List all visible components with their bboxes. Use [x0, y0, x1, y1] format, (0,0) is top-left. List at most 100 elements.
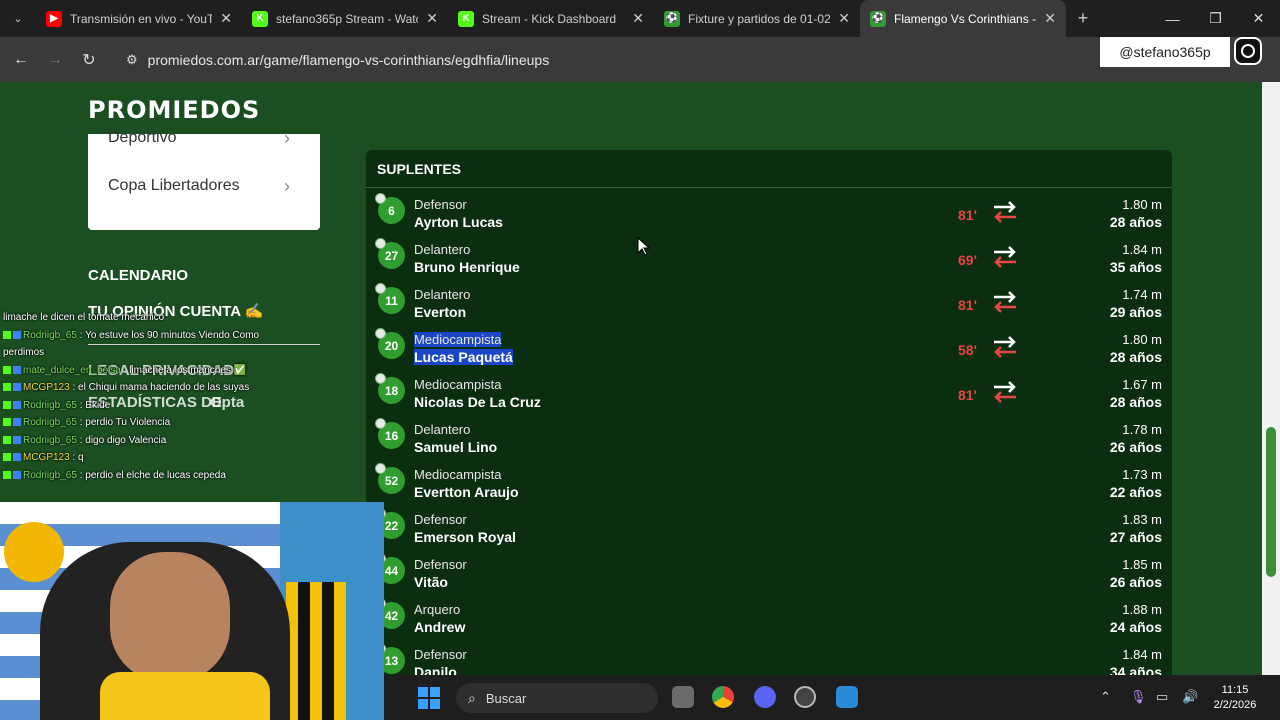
tab-search-chevron-icon[interactable]: ⌄	[0, 0, 36, 37]
network-icon[interactable]: ▭	[1156, 689, 1168, 705]
tab-close-icon[interactable]: ✕	[1044, 10, 1056, 27]
tab-close-icon[interactable]: ✕	[220, 10, 232, 27]
chat-message: Rodriigb_65 : Ekide	[3, 398, 313, 414]
windows-taskbar: ⌕ Buscar ⌃ 🎙 ▭ 🔊 11:15 2/2/2026	[384, 675, 1280, 720]
taskbar-search[interactable]: ⌕ Buscar	[456, 683, 658, 713]
chat-text: limache le dicen el tomate mecanico	[3, 312, 165, 323]
kick-badge-icon	[3, 470, 11, 479]
player-height: 1.73 m	[1122, 467, 1162, 482]
player-row[interactable]: 44 Defensor Vitão 1.85 m 26 años	[366, 548, 1172, 593]
page-scrollbar[interactable]	[1262, 82, 1280, 682]
url-text[interactable]: promiedos.com.ar/game/flamengo-vs-corint…	[148, 52, 550, 68]
player-name[interactable]: Vitão	[414, 574, 448, 590]
tab-close-icon[interactable]: ✕	[426, 10, 438, 27]
chat-username[interactable]: MCGP123	[23, 382, 70, 393]
player-name[interactable]: Andrew	[414, 619, 465, 635]
player-age: 29 años	[1109, 304, 1162, 320]
chat-username[interactable]: Rodriigb_65	[23, 435, 77, 446]
player-name[interactable]: Emerson Royal	[414, 529, 516, 545]
substitution-minute: 81'	[958, 207, 977, 223]
chat-message: MCGP123 : q	[3, 450, 313, 466]
player-position: Defensor	[414, 512, 467, 527]
browser-tab[interactable]: ⚽ Fixture y partidos de 01-02-2 ✕	[654, 0, 860, 37]
substitution-arrows-icon	[994, 201, 1016, 223]
substitution-arrows-icon	[994, 381, 1016, 403]
chat-message: MCGP123 : el Chiqui mama haciendo de las…	[3, 380, 313, 396]
menu-item-deportivo[interactable]: Deportivo ›	[88, 116, 320, 160]
omnibox[interactable]: ⚙ promiedos.com.ar/game/flamengo-vs-cori…	[114, 43, 1074, 76]
player-name[interactable]: Ayrton Lucas	[414, 214, 503, 230]
notepad-icon[interactable]	[836, 686, 858, 708]
microphone-icon[interactable]: 🎙	[1130, 689, 1147, 705]
player-row[interactable]: 6 Defensor Ayrton Lucas 81' 1.80 m 28 años	[366, 188, 1172, 233]
restore-icon[interactable]: ❐	[1194, 0, 1237, 37]
player-row[interactable]: 16 Delantero Samuel Lino 1.78 m 26 años	[366, 413, 1172, 458]
minimize-icon[interactable]: —	[1151, 0, 1194, 37]
browser-tab[interactable]: ⚽ Flamengo Vs Corinthians - A ✕	[860, 0, 1066, 37]
chat-username[interactable]: Rodriigb_65	[23, 400, 77, 411]
tab-favicon-icon: K	[252, 10, 268, 27]
browser-tab[interactable]: Kstefano365p Stream - Watch ✕	[242, 0, 448, 37]
forward-arrow-icon[interactable]: →	[38, 51, 72, 69]
chat-username[interactable]: Rodriigb_65	[23, 417, 77, 428]
menu-item-copa-libertadores[interactable]: Copa Libertadores ›	[88, 160, 320, 212]
back-arrow-icon[interactable]: ←	[4, 51, 38, 69]
tab-favicon-icon: ⚽	[664, 10, 680, 27]
player-height: 1.74 m	[1122, 287, 1162, 302]
close-window-icon[interactable]: ✕	[1237, 0, 1280, 37]
heading-calendario[interactable]: CALENDARIO	[88, 267, 188, 284]
tab-close-icon[interactable]: ✕	[632, 10, 644, 27]
player-name[interactable]: Samuel Lino	[414, 439, 497, 455]
player-position: Delantero	[414, 287, 471, 302]
address-bar-row: ← → ↻ ⚙ promiedos.com.ar/game/flamengo-v…	[0, 37, 1280, 82]
windows-start-icon[interactable]	[418, 687, 440, 709]
player-row[interactable]: 52 Mediocampista Evertton Araujo 1.73 m 22 a…	[366, 458, 1172, 503]
task-view-icon[interactable]	[672, 686, 694, 708]
site-settings-icon[interactable]: ⚙	[126, 52, 138, 68]
player-name[interactable]: Lucas Paquetá	[414, 349, 513, 365]
player-row[interactable]: 18 Mediocampista Nicolas De La Cruz 81' 1.67…	[366, 368, 1172, 413]
taskbar-clock[interactable]: 11:15 2/2/2026	[1210, 683, 1260, 713]
chat-username[interactable]: mate_dulce_en_bolsa	[23, 365, 121, 376]
stream-chat-overlay: limache le dicen el tomate mecanico Rodri…	[0, 300, 330, 500]
player-name[interactable]: Bruno Henrique	[414, 259, 520, 275]
player-row[interactable]: 20 Mediocampista Lucas Paquetá 58' 1.80 m 28 …	[366, 323, 1172, 368]
player-name[interactable]: Nicolas De La Cruz	[414, 394, 541, 410]
volume-icon[interactable]: 🔊	[1182, 689, 1198, 705]
chat-text: perdimos	[3, 347, 45, 358]
discord-icon[interactable]	[754, 686, 776, 708]
tab-title: Transmisión en vivo - YouTu	[70, 11, 213, 26]
player-name[interactable]: Everton	[414, 304, 466, 320]
browser-tab[interactable]: ▶ Transmisión en vivo - YouTu ✕	[36, 0, 242, 37]
chat-username[interactable]: Rodriigb_65	[23, 470, 77, 481]
player-row[interactable]: 42 Arquero Andrew 1.88 m 24 años	[366, 593, 1172, 638]
ball-icon	[375, 238, 386, 249]
tray-chevron-up-icon[interactable]: ⌃	[1100, 689, 1111, 705]
reload-icon[interactable]: ↻	[72, 50, 106, 70]
ball-icon	[375, 463, 386, 474]
kick-badge-icon	[3, 435, 11, 444]
mouse-cursor-icon	[637, 237, 651, 256]
player-height: 1.84 m	[1122, 242, 1162, 257]
ball-icon	[375, 283, 386, 294]
new-tab-button[interactable]: +	[1066, 8, 1100, 29]
player-row[interactable]: 22 Defensor Emerson Royal 1.83 m 27 años	[366, 503, 1172, 548]
chat-username[interactable]: MCGP123	[23, 452, 70, 463]
chat-username[interactable]: Rodriigb_65	[23, 330, 77, 341]
player-name[interactable]: Evertton Araujo	[414, 484, 519, 500]
tab-close-icon[interactable]: ✕	[838, 10, 850, 27]
chat-text: : el Chiqui mama haciendo de las suyas	[72, 382, 250, 393]
scrollbar-thumb[interactable]	[1266, 427, 1276, 577]
browser-tab[interactable]: K Stream - Kick Dashboard ✕	[448, 0, 654, 37]
player-row[interactable]: 11 Delantero Everton 81' 1.74 m 29 años	[366, 278, 1172, 323]
chat-text: : Yo estuve los 90 minutos Viendo Como	[79, 329, 260, 341]
subscriber-badge-icon	[13, 365, 21, 374]
kick-badge-icon	[3, 383, 11, 392]
chrome-icon[interactable]	[712, 686, 734, 708]
player-row[interactable]: 27 Delantero Bruno Henrique 69' 1.84 m 35 año…	[366, 233, 1172, 278]
instagram-icon	[1234, 37, 1262, 65]
obs-icon[interactable]	[794, 686, 816, 708]
player-position: Mediocampista	[414, 332, 502, 347]
tab-favicon-icon: ⚽	[870, 10, 886, 27]
streamer-shirt	[100, 672, 270, 720]
